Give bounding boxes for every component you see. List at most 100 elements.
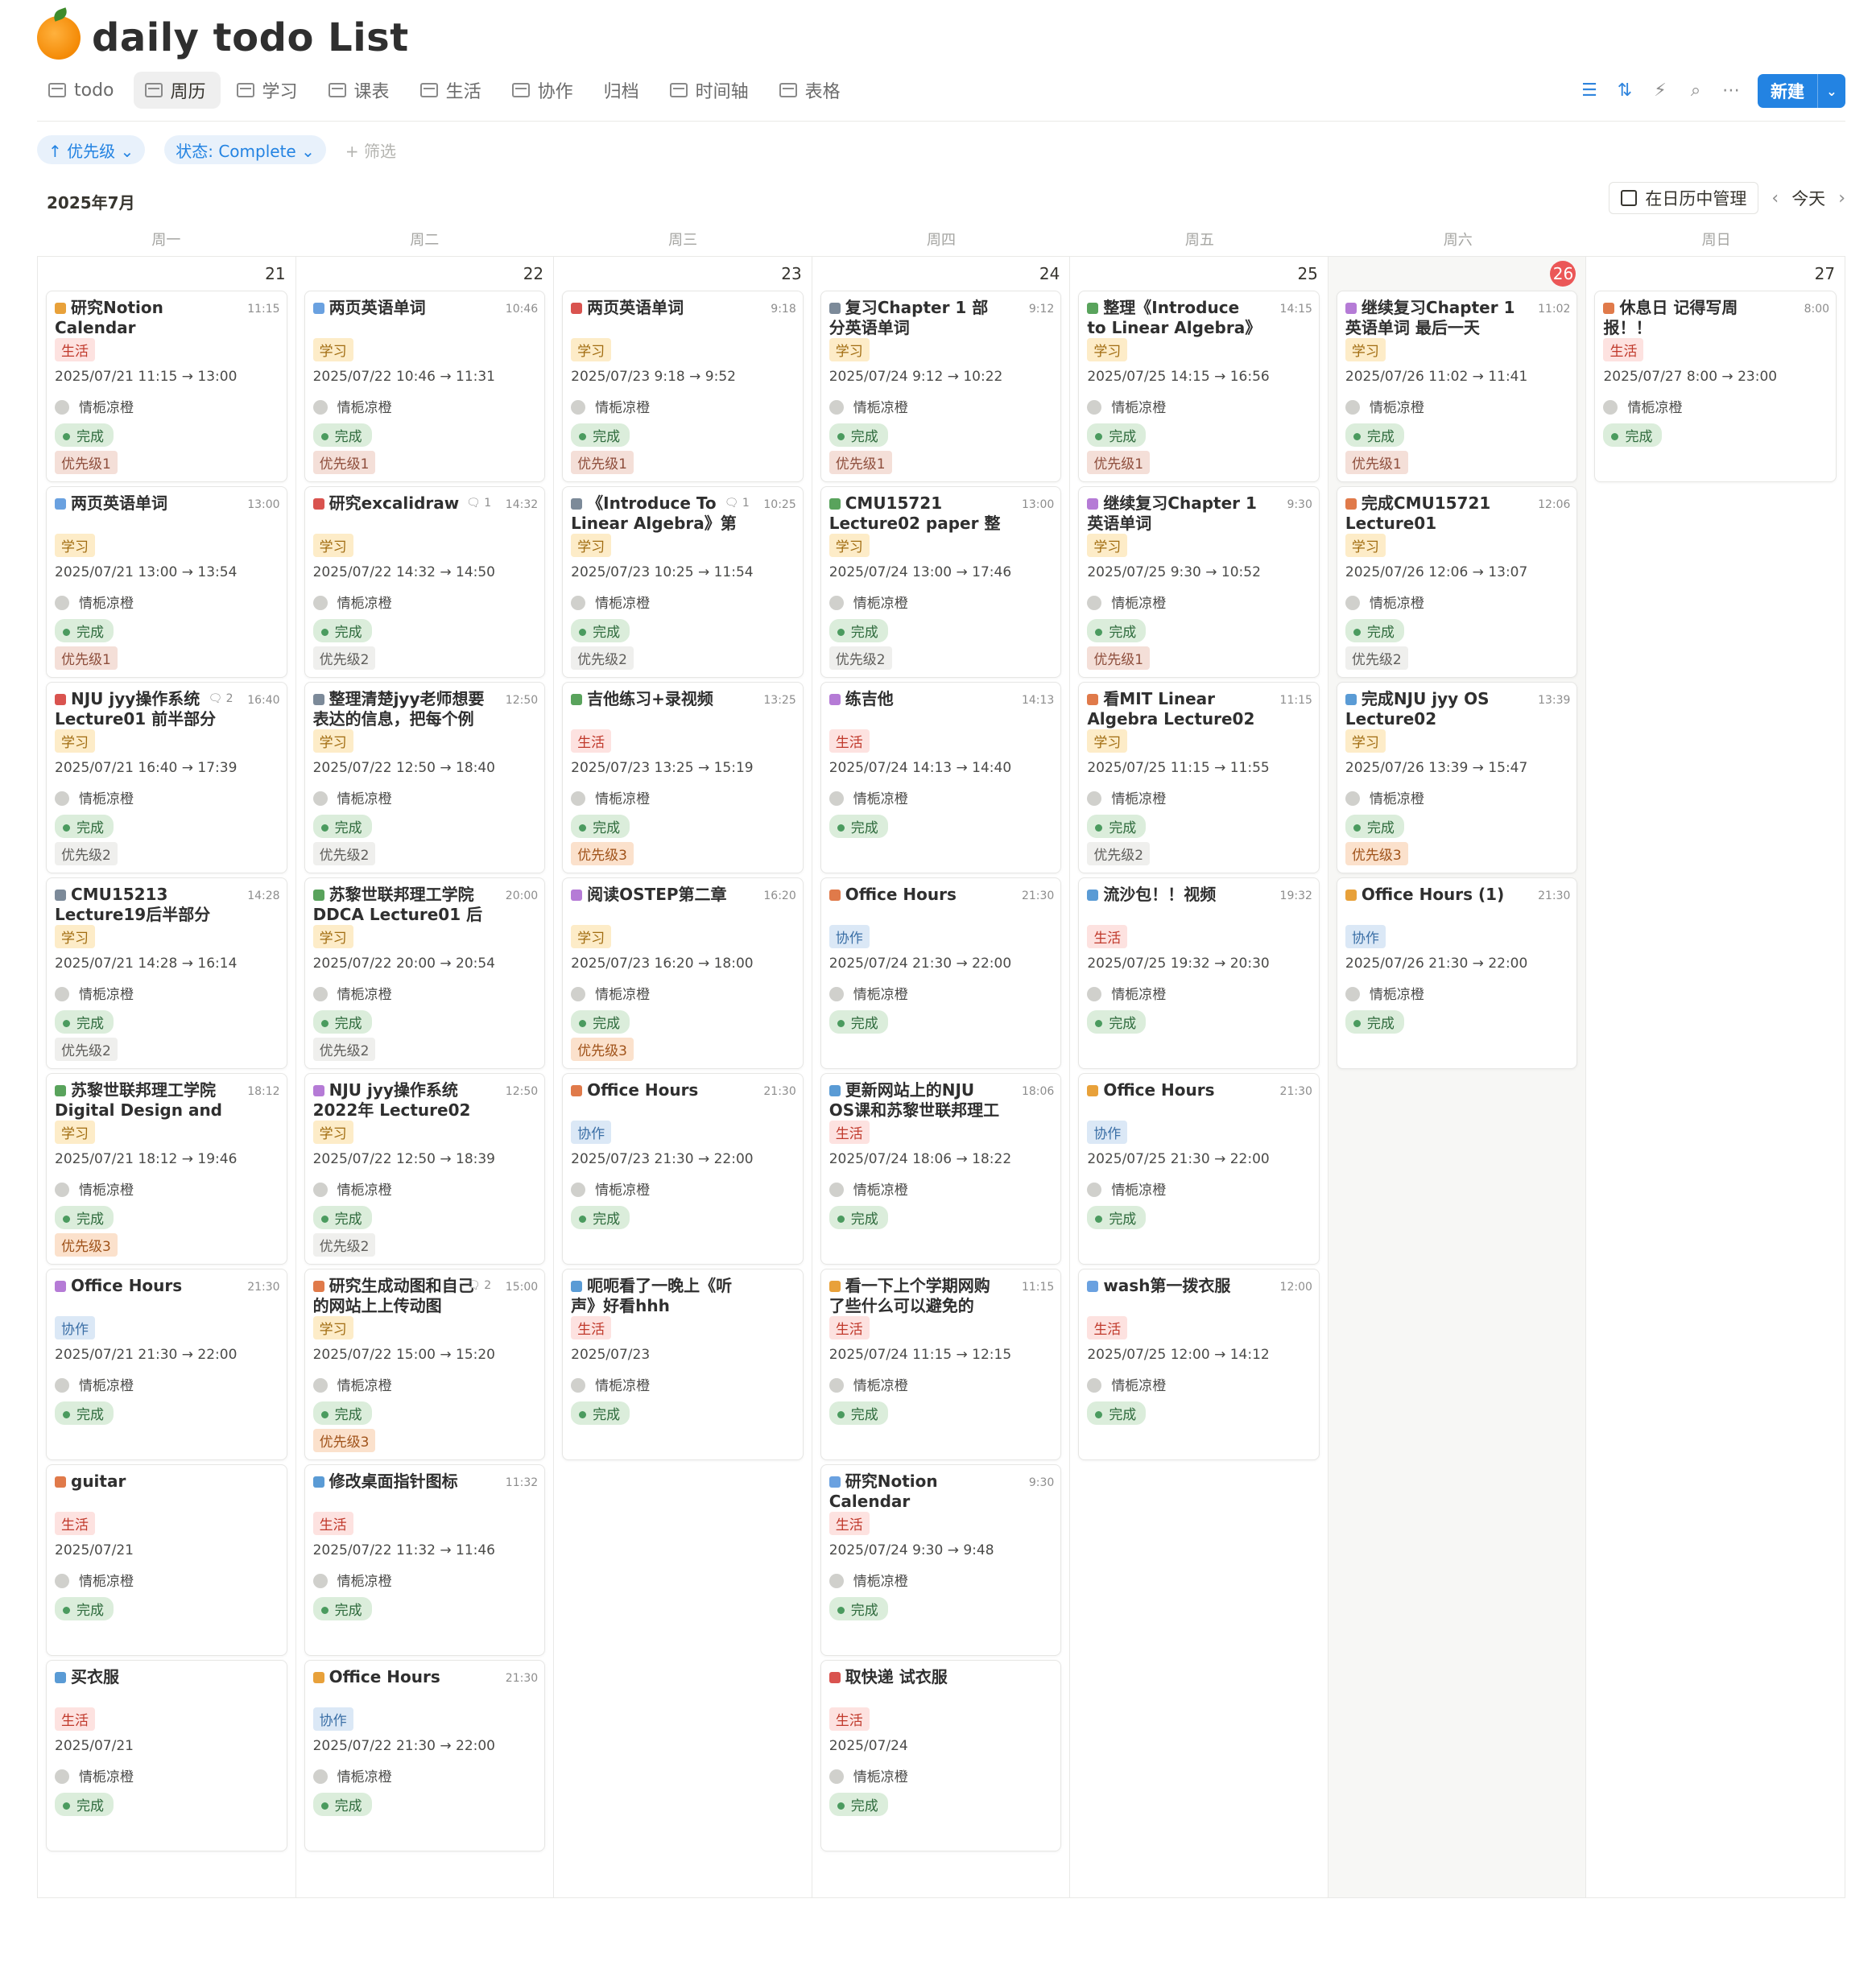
event-card[interactable]: 取快递 试衣服 生活 2025/07/24 情栀凉橙 完成 bbox=[820, 1660, 1062, 1851]
event-title: 两页英语单词 bbox=[312, 298, 539, 318]
event-card[interactable]: 整理《Introduce to Linear Algebra》第一章后半... 1… bbox=[1078, 291, 1320, 482]
event-card[interactable]: 继续复习Chapter 1英语单词 9:30 学习 2025/07/25 9:30 →… bbox=[1078, 486, 1320, 678]
event-title: NJU jyy操作系统 Lecture01 前半部分 bbox=[55, 689, 280, 729]
event-date-range: 2025/07/22 20:00 → 20:54 bbox=[312, 956, 495, 972]
next-week-icon[interactable]: › bbox=[1838, 188, 1845, 208]
event-tag-row: 协作 bbox=[828, 925, 1055, 948]
event-tag-row: 学习 bbox=[55, 1121, 280, 1144]
event-start-time: 14:13 bbox=[1021, 694, 1055, 707]
event-card[interactable]: 两页英语单词 10:46 学习 2025/07/22 10:46 → 11:31 情栀凉… bbox=[304, 291, 546, 482]
tab-7[interactable]: 时间轴 bbox=[659, 72, 763, 109]
event-card[interactable]: NJU jyy操作系统 2022年 Lecture02 前半部分 12:50 学习 2… bbox=[304, 1073, 546, 1265]
add-filter-button[interactable]: + 筛选 bbox=[345, 138, 396, 162]
new-button-label[interactable]: 新建 bbox=[1758, 74, 1817, 108]
event-card[interactable]: 完成NJU jyy OS Lecture02 13:39 学习 2025/07/26 … bbox=[1336, 682, 1578, 873]
more-icon[interactable]: ⋯ bbox=[1722, 82, 1740, 100]
manage-in-calendar-button[interactable]: 在日历中管理 bbox=[1609, 182, 1759, 214]
event-emoji-icon bbox=[571, 694, 583, 705]
event-title: Office Hours (1) bbox=[1345, 885, 1571, 905]
priority-sort-chip[interactable]: ↑ 优先级 ⌄ bbox=[37, 135, 146, 164]
event-card[interactable]: 研究Notion Calendar 9:30 生活 2025/07/24 9:30 →… bbox=[820, 1464, 1062, 1656]
tab-1[interactable]: 周历 bbox=[133, 72, 221, 109]
event-card[interactable]: 完成CMU15721 Lecture01 12:06 学习 2025/07/26 12… bbox=[1336, 486, 1578, 678]
event-title: 修改桌面指针图标 bbox=[312, 1472, 539, 1492]
event-date-range: 2025/07/23 10:25 → 11:54 bbox=[571, 564, 754, 580]
tab-4[interactable]: 生活 bbox=[409, 72, 496, 109]
event-emoji-icon bbox=[312, 1476, 324, 1488]
event-card[interactable]: 练吉他 14:13 生活 2025/07/24 14:13 → 14:40 情栀凉橙 完成 bbox=[820, 682, 1062, 873]
event-card[interactable]: 呃呃看了一晚上《听声》好看hhh 生活 2025/07/23 情栀凉橙 完成 bbox=[562, 1269, 804, 1460]
tab-6[interactable]: 归档 bbox=[74, 72, 1876, 1969]
event-status-row: 完成 bbox=[312, 423, 539, 447]
event-card[interactable]: 看一下上个学期网购了些什么可以避免的 11:15 生活 2025/07/24 11:1… bbox=[820, 1269, 1062, 1460]
status-filter-chip[interactable]: 状态: Complete ⌄ bbox=[164, 135, 326, 164]
event-card[interactable]: 流沙包！！视频 19:32 生活 2025/07/25 19:32 → 20:30 情栀… bbox=[1078, 877, 1320, 1069]
event-title: CMU15213 Lecture19后半部分 bbox=[55, 885, 280, 925]
owner-name: 情栀凉橙 bbox=[337, 400, 392, 416]
event-date-range: 2025/07/26 12:06 → 13:07 bbox=[1345, 564, 1528, 580]
sort-icon[interactable]: ⇅ bbox=[1616, 82, 1634, 100]
event-card[interactable]: 《Introduce To Linear Algebra》第一... 10:25 🗨… bbox=[562, 486, 804, 678]
chevron-down-icon[interactable]: ⌄ bbox=[1817, 74, 1845, 108]
event-card[interactable]: 两页英语单词 13:00 学习 2025/07/21 13:00 → 13:54 情栀凉… bbox=[46, 486, 287, 678]
event-card[interactable]: 苏黎世联邦理工学院 Digital Design and Compute... 1… bbox=[46, 1073, 287, 1265]
priority-badge: 优先级3 bbox=[571, 842, 634, 865]
tab-0[interactable]: todo bbox=[37, 72, 129, 109]
event-card[interactable]: 阅读OSTEP第二章 16:20 学习 2025/07/23 16:20 → 18:0… bbox=[562, 877, 804, 1069]
event-card[interactable]: 复习Chapter 1 部分英语单词 9:12 学习 2025/07/24 9:12 … bbox=[820, 291, 1062, 482]
event-tag-row: 学习 bbox=[571, 338, 796, 361]
event-title: 整理清楚jyy老师想要表达的信息，把每个例子弄清... bbox=[312, 689, 539, 729]
event-card[interactable]: Office Hours 21:30 协作 2025/07/24 21:30 → 22… bbox=[820, 877, 1062, 1069]
prev-week-icon[interactable]: ‹ bbox=[1771, 188, 1779, 208]
event-card[interactable]: 买衣服 生活 2025/07/21 情栀凉橙 完成 bbox=[46, 1660, 287, 1851]
event-card[interactable]: CMU15213 Lecture19后半部分 14:28 学习 2025/07/21 … bbox=[46, 877, 287, 1069]
category-tag: 生活 bbox=[828, 1121, 870, 1144]
tab-2[interactable]: 学习 bbox=[225, 72, 312, 109]
event-title: NJU jyy操作系统 2022年 Lecture02 前半部分 bbox=[312, 1080, 539, 1121]
orange-icon[interactable] bbox=[37, 16, 81, 60]
event-card[interactable]: Office Hours (1) 21:30 协作 2025/07/26 21:30 … bbox=[1336, 877, 1578, 1069]
priority-badge: 优先级1 bbox=[312, 451, 376, 474]
priority-badge: 优先级1 bbox=[1087, 646, 1151, 670]
event-card[interactable]: Office Hours 21:30 协作 2025/07/22 21:30 → 22… bbox=[304, 1660, 546, 1851]
event-card[interactable]: 继续复习Chapter 1英语单词 最后一天 11:02 学习 2025/07/26 … bbox=[1336, 291, 1578, 482]
tab-3[interactable]: 课表 bbox=[317, 72, 404, 109]
event-date-range: 2025/07/21 bbox=[55, 1738, 134, 1754]
tab-5[interactable]: 协作 bbox=[501, 72, 588, 109]
event-card[interactable]: NJU jyy操作系统 Lecture01 前半部分 16:40 🗨 2 学习 2025… bbox=[46, 682, 287, 873]
filter-icon[interactable]: ☰ bbox=[1581, 82, 1598, 100]
tab-8[interactable]: 表格 bbox=[768, 72, 855, 109]
today-button[interactable]: 今天 bbox=[1791, 186, 1825, 210]
automation-icon[interactable]: ⚡ bbox=[1651, 82, 1669, 100]
category-tag: 协作 bbox=[312, 1707, 353, 1731]
event-emoji-icon bbox=[1345, 498, 1357, 510]
event-card[interactable]: 研究生成动图和自己的网站上上传动图 15:00 🗨 2 学习 2025/07/22 15… bbox=[304, 1269, 546, 1460]
new-button[interactable]: 新建 ⌄ bbox=[1758, 74, 1845, 108]
event-card[interactable]: 两页英语单词 9:18 学习 2025/07/23 9:18 → 9:52 情栀凉橙 完成… bbox=[562, 291, 804, 482]
event-card[interactable]: 修改桌面指针图标 11:32 生活 2025/07/22 11:32 → 11:46 情… bbox=[304, 1464, 546, 1656]
event-owner: 情栀凉橙 bbox=[312, 1374, 539, 1394]
event-card[interactable]: 研究excalidraw 14:32 🗨 1 学习 2025/07/22 14:32 →… bbox=[304, 486, 546, 678]
event-start-time: 21:30 bbox=[247, 1281, 280, 1294]
event-card[interactable]: Office Hours 21:30 协作 2025/07/23 21:30 → 22… bbox=[562, 1073, 804, 1265]
event-card[interactable]: 苏黎世联邦理工学院 DDCA Lecture01 后半部分 20:00 学习 2025… bbox=[304, 877, 546, 1069]
owner-name: 情栀凉橙 bbox=[337, 1574, 392, 1590]
avatar bbox=[571, 400, 586, 415]
category-tag: 学习 bbox=[1087, 338, 1128, 361]
event-card[interactable]: 更新网站上的NJU OS课和苏黎世联邦理工学院... 18:06 生活 2025/07… bbox=[820, 1073, 1062, 1265]
event-card[interactable]: guitar 生活 2025/07/21 情栀凉橙 完成 bbox=[46, 1464, 287, 1656]
search-icon[interactable]: ⌕ bbox=[1687, 82, 1705, 100]
event-card[interactable]: Office Hours 21:30 协作 2025/07/21 21:30 → 22… bbox=[46, 1269, 287, 1460]
event-card[interactable]: 看MIT Linear Algebra Lecture02 11:15 学习 2025… bbox=[1078, 682, 1320, 873]
event-card[interactable]: 吉他练习+录视频 13:25 生活 2025/07/23 13:25 → 15:19 情… bbox=[562, 682, 804, 873]
event-card[interactable]: 研究Notion Calendar 11:15 生活 2025/07/21 11:15… bbox=[46, 291, 287, 482]
event-date-range: 2025/07/23 16:20 → 18:00 bbox=[571, 956, 754, 972]
event-card[interactable]: wash第一拨衣服 12:00 生活 2025/07/25 12:00 → 14:12… bbox=[1078, 1269, 1320, 1460]
event-status-row: 完成 bbox=[312, 1401, 539, 1425]
page-title[interactable]: daily todo List bbox=[92, 15, 409, 60]
event-card[interactable]: Office Hours 21:30 协作 2025/07/25 21:30 → 22… bbox=[1078, 1073, 1320, 1265]
event-card[interactable]: 整理清楚jyy老师想要表达的信息，把每个例子弄清... 12:50 学习 2025/0… bbox=[304, 682, 546, 873]
event-card[interactable]: 休息日 记得写周报！！ 8:00 生活 2025/07/27 8:00 → 23:00… bbox=[1594, 291, 1837, 482]
event-date-range: 2025/07/21 11:15 → 13:00 bbox=[55, 369, 238, 385]
event-card[interactable]: CMU15721 Lecture02 paper 整理Introduce部分和.… bbox=[820, 486, 1062, 678]
